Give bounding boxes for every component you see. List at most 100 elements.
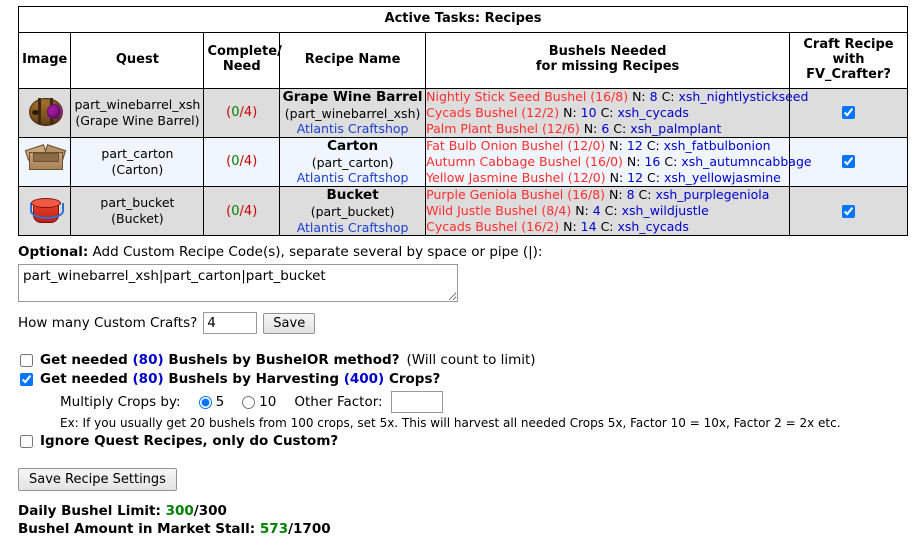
row-image-cell — [17, 136, 72, 188]
row-craft-cell — [789, 185, 908, 237]
bushel-code: xsh_cycads — [617, 104, 689, 120]
bushel-n-value: 4 — [592, 203, 601, 219]
row-bushels-cell: Nightly Stick Seed Bushel (16/8) N: 8 C:… — [425, 87, 808, 138]
save-recipe-settings-button[interactable]: Save Recipe Settings — [18, 468, 177, 491]
market-stall-row: Bushel Amount in Market Stall: 573/1700 — [18, 520, 331, 538]
bushel-name: Wild Justle Bushel (8/4) — [426, 203, 572, 219]
multiply-radio-10[interactable] — [242, 395, 256, 409]
bushel-line: Purple Geniola Bushel (16/8) N: 8 C: xsh… — [426, 187, 789, 203]
header-image: Image — [17, 31, 72, 89]
bushel-n-value: 10 — [580, 104, 597, 120]
row-image-cell — [17, 87, 72, 138]
multiply-option-10-label: 10 — [259, 394, 277, 410]
bushel-line: Yellow Jasmine Bushel (12/0) N: 12 C: xs… — [426, 170, 789, 186]
header-craft-line2: FV_Crafter? — [806, 66, 891, 82]
complete-count: 0 — [231, 105, 240, 121]
bushel-name: Nightly Stick Seed Bushel (16/8) — [426, 88, 629, 104]
bushel-line: Cycads Bushel (12/2) N: 10 C: xsh_cycads — [426, 105, 789, 121]
bushel-code: xsh_palmplant — [630, 120, 722, 136]
harvest-checkbox[interactable] — [20, 372, 33, 386]
daily-bushel-limit-row: Daily Bushel Limit: 300/300 — [18, 502, 331, 520]
header-craft-recipe: Craft Recipe with FV_Crafter? — [789, 31, 908, 89]
header-complete-line2: Need — [222, 59, 261, 75]
save-button[interactable]: Save — [263, 312, 316, 334]
header-bushels-line2: for missing Recipes — [535, 59, 680, 75]
recipe-shop-link[interactable]: Atlantis Craftshop — [280, 121, 425, 137]
harvest-mid-label: Bushels by Harvesting — [168, 371, 339, 387]
row-bushels-cell: Fat Bulb Onion Bushel (12/0) N: 12 C: xs… — [425, 136, 812, 188]
bushel-n-value: 16 — [644, 153, 661, 169]
carton-icon — [24, 140, 66, 180]
bushel-line: Cycads Bushel (16/2) N: 14 C: xsh_cycads — [426, 219, 789, 235]
bushel-code: xsh_fatbulbonion — [663, 137, 771, 153]
options-section: Get needed (80) Bushels by BushelOR meth… — [20, 352, 900, 452]
daily-bushel-max: 300 — [198, 503, 227, 519]
recipe-name: Bucket — [326, 187, 379, 203]
ignore-quest-row: Ignore Quest Recipes, only do Custom? — [20, 433, 900, 449]
header-complete-line1: Complete/ — [207, 44, 282, 60]
custom-recipe-form: Optional: Add Custom Recipe Code(s), sep… — [18, 244, 898, 334]
multiply-radio-5[interactable] — [198, 395, 212, 409]
craft-recipe-checkbox[interactable] — [842, 155, 855, 169]
custom-crafts-input[interactable] — [203, 312, 258, 334]
quest-code: part_carton — [101, 146, 174, 162]
bushelor-post-label: Bushels by BushelOR method? — [168, 352, 400, 368]
market-stall-max: 1700 — [293, 521, 331, 538]
bushel-c-label: C: — [661, 88, 675, 104]
bushel-code: xsh_wildjustle — [621, 203, 709, 219]
bushelor-checkbox[interactable] — [20, 353, 33, 367]
optional-label: Optional: Add Custom Recipe Code(s), sep… — [18, 244, 898, 260]
bushel-line: Wild Justle Bushel (8/4) N: 4 C: xsh_wil… — [426, 203, 789, 219]
bushel-code: xsh_purplegeniola — [655, 187, 770, 203]
bushel-c-label: C: — [646, 137, 660, 153]
other-factor-input[interactable] — [390, 391, 443, 413]
bushel-name: Yellow Jasmine Bushel (12/0) — [426, 169, 606, 185]
bushelor-pre-label: Get needed — [40, 352, 128, 368]
recipe-shop-link[interactable]: Atlantis Craftshop — [280, 220, 425, 236]
row-recipe-cell: Bucket (part_bucket) Atlantis Craftshop — [279, 185, 427, 237]
row-recipe-cell: Carton (part_carton) Atlantis Craftshop — [279, 136, 427, 188]
multiply-option-5-label: 5 — [215, 394, 225, 410]
bucket-icon — [25, 189, 65, 229]
bushel-code: xsh_nightlystickseed — [678, 88, 809, 104]
bushel-line: Autumn Cabbage Bushel (16/0) N: 16 C: xs… — [426, 153, 811, 170]
bushel-n-label: N: — [626, 153, 641, 169]
bushel-n-label: N: — [583, 120, 598, 136]
row-bushels-cell: Purple Geniola Bushel (16/8) N: 8 C: xsh… — [425, 185, 790, 237]
quest-name: (Carton) — [111, 161, 164, 177]
bushel-n-label: N: — [563, 219, 577, 235]
harvest-pre-label: Get needed — [40, 371, 128, 387]
recipe-name: Grape Wine Barrel — [282, 88, 423, 105]
complete-count: 0 — [231, 203, 240, 219]
recipe-name: Carton — [327, 137, 379, 154]
custom-recipe-codes-input[interactable] — [18, 264, 458, 302]
table-title: Active Tasks: Recipes — [18, 6, 908, 33]
multiply-crops-label: Multiply Crops by: — [60, 394, 181, 410]
quest-code: part_winebarrel_xsh — [74, 97, 201, 113]
row-recipe-cell: Grape Wine Barrel (part_winebarrel_xsh) … — [279, 87, 427, 138]
craft-recipe-checkbox[interactable] — [842, 106, 855, 120]
bushelor-option-row: Get needed (80) Bushels by BushelOR meth… — [20, 352, 900, 368]
row-quest-cell: part_bucket (Bucket) — [70, 185, 205, 237]
recipe-shop-link[interactable]: Atlantis Craftshop — [280, 170, 425, 186]
custom-crafts-row: How many Custom Crafts? Save — [18, 312, 898, 334]
bushel-c-label: C: — [613, 120, 627, 136]
bushel-c-label: C: — [647, 169, 660, 185]
harvest-bushel-count: (80) — [132, 371, 164, 387]
craft-recipe-checkbox[interactable] — [842, 204, 855, 218]
bushel-n-value: 12 — [626, 137, 643, 153]
row-image-cell — [17, 185, 72, 237]
quest-name: (Bucket) — [111, 211, 164, 227]
custom-crafts-label: How many Custom Crafts? — [18, 315, 198, 331]
row-complete-need-cell: (0/4) — [203, 87, 281, 138]
bushel-name: Cycads Bushel (12/2) — [426, 104, 560, 120]
ignore-quest-checkbox[interactable] — [20, 434, 33, 448]
bushel-line: Fat Bulb Onion Bushel (12/0) N: 12 C: xs… — [426, 138, 789, 154]
market-stall-current: 573 — [259, 521, 289, 538]
save-recipe-settings-container: Save Recipe Settings — [18, 468, 177, 491]
bushel-c-label: C: — [664, 153, 678, 169]
optional-description: Add Custom Recipe Code(s), separate seve… — [92, 244, 543, 260]
bushel-n-label: N: — [609, 137, 623, 153]
bushel-n-value: 14 — [580, 219, 597, 235]
table-title-row: Active Tasks: Recipes — [18, 6, 908, 33]
